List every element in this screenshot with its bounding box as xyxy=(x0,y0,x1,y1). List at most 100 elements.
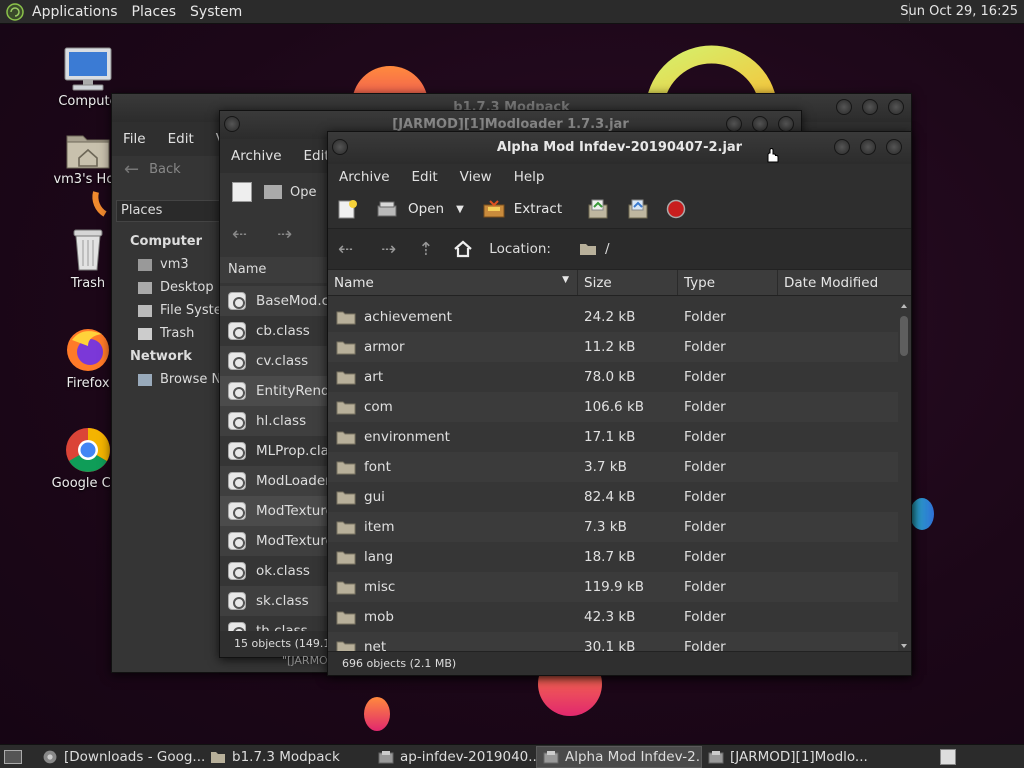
home-icon[interactable] xyxy=(453,239,473,259)
add-files-icon[interactable] xyxy=(586,197,610,221)
sidebar-item-trash[interactable]: Trash xyxy=(138,326,194,341)
table-row[interactable]: item 7.3 kB Folder xyxy=(328,512,898,542)
table-row[interactable]: gui 82.4 kB Folder xyxy=(328,482,898,512)
back-button[interactable]: Back xyxy=(149,162,181,177)
menu-archive[interactable]: Archive xyxy=(231,148,282,164)
open-icon[interactable] xyxy=(376,200,398,218)
show-desktop-icon[interactable] xyxy=(4,749,22,764)
vertical-scrollbar[interactable] xyxy=(899,302,909,652)
table-row[interactable]: lang 18.7 kB Folder xyxy=(328,542,898,572)
close-button[interactable] xyxy=(888,99,904,115)
menu-edit[interactable]: Edit xyxy=(412,169,438,185)
table-row[interactable]: achievement 24.2 kB Folder xyxy=(328,302,898,332)
folder-icon xyxy=(336,341,356,354)
close-button[interactable] xyxy=(886,139,902,155)
column-header-name[interactable]: Name ▼ xyxy=(328,270,578,295)
maximize-button[interactable] xyxy=(860,139,876,155)
window-alpha-mod-jar[interactable]: Alpha Mod Infdev-20190407-2.jar Archive … xyxy=(327,131,912,676)
menu-edit[interactable]: Edit xyxy=(304,148,330,164)
list-item[interactable]: ModLoader. xyxy=(220,466,334,496)
chrome-icon xyxy=(66,428,110,472)
applications-menu[interactable]: Applications xyxy=(32,4,118,20)
back-arrow-icon[interactable]: ← xyxy=(124,159,139,180)
back-arrow-icon[interactable]: ⇠ xyxy=(232,224,247,245)
list-item[interactable]: EntityRende xyxy=(220,376,338,406)
chrome-icon xyxy=(43,750,57,763)
task-alpha-mod[interactable]: Alpha Mod Infdev-2... xyxy=(536,745,702,768)
list-item[interactable]: cv.class xyxy=(220,346,330,376)
table-row[interactable]: armor 11.2 kB Folder xyxy=(328,332,898,362)
menu-file[interactable]: File xyxy=(123,131,146,147)
workspace-switcher-icon[interactable] xyxy=(940,749,956,765)
new-archive-icon[interactable] xyxy=(336,198,358,220)
list-item[interactable]: BaseMod.cla xyxy=(220,286,341,316)
task-modpack[interactable]: b1.7.3 Modpack xyxy=(204,746,372,768)
firefox-icon xyxy=(67,329,109,371)
maximize-button[interactable] xyxy=(862,99,878,115)
location-path[interactable]: / xyxy=(605,241,610,257)
menu-help[interactable]: Help xyxy=(514,169,545,185)
places-selector[interactable]: Places xyxy=(116,200,224,222)
extract-button[interactable]: Extract xyxy=(514,201,562,217)
maximize-button[interactable] xyxy=(752,116,768,132)
list-item[interactable]: cb.class xyxy=(220,316,330,346)
column-header-size[interactable]: Size xyxy=(578,270,678,295)
class-file-icon xyxy=(228,562,246,580)
task-downloads-chrome[interactable]: [Downloads - Goog... xyxy=(36,746,204,768)
open-icon[interactable] xyxy=(264,185,282,199)
task-ap-infdev[interactable]: ap-infdev-2019040... xyxy=(372,746,536,768)
table-row[interactable]: font 3.7 kB Folder xyxy=(328,452,898,482)
task-jarmod-modloader[interactable]: [JARMOD][1]Modlo... xyxy=(702,746,868,768)
table-row[interactable]: environment 17.1 kB Folder xyxy=(328,422,898,452)
close-button[interactable] xyxy=(778,116,794,132)
window-menu-button[interactable] xyxy=(224,116,240,132)
row-type: Folder xyxy=(684,459,726,475)
system-menu[interactable]: System xyxy=(190,4,242,20)
table-row[interactable]: misc 119.9 kB Folder xyxy=(328,572,898,602)
table-row[interactable]: net 30.1 kB Folder xyxy=(328,632,898,652)
minimize-button[interactable] xyxy=(834,139,850,155)
new-archive-icon[interactable] xyxy=(232,182,252,202)
menu-view[interactable]: View xyxy=(460,169,492,185)
sidebar-item-browse-network[interactable]: Browse N xyxy=(138,372,221,387)
row-size: 11.2 kB xyxy=(584,339,636,355)
up-arrow-icon[interactable]: ⇡ xyxy=(418,239,433,260)
stop-icon[interactable] xyxy=(666,199,686,219)
table-row[interactable]: com 106.6 kB Folder xyxy=(328,392,898,422)
folder-icon xyxy=(336,611,356,624)
scrollbar-track[interactable] xyxy=(899,302,909,652)
extract-icon[interactable] xyxy=(482,199,506,219)
open-button[interactable]: Ope xyxy=(290,185,316,200)
forward-arrow-icon[interactable]: ⇢ xyxy=(381,239,396,260)
table-row[interactable]: art 78.0 kB Folder xyxy=(328,362,898,392)
menu-edit[interactable]: Edit xyxy=(168,131,194,147)
open-button[interactable]: Open xyxy=(408,201,444,217)
list-item[interactable]: ModTexture xyxy=(220,496,334,526)
sidebar-item-filesystem[interactable]: File Syster xyxy=(138,303,227,318)
menu-archive[interactable]: Archive xyxy=(339,169,390,185)
add-folder-icon[interactable] xyxy=(626,197,650,221)
row-size: 106.6 kB xyxy=(584,399,645,415)
location-label: Location: xyxy=(489,241,551,257)
chevron-down-icon[interactable]: ▼ xyxy=(456,204,464,215)
list-item[interactable]: sk.class xyxy=(220,586,330,616)
clock[interactable]: Sun Oct 29, 16:25 xyxy=(900,4,1018,19)
list-item[interactable]: ok.class xyxy=(220,556,330,586)
row-size: 42.3 kB xyxy=(584,609,636,625)
back-arrow-icon[interactable]: ⇠ xyxy=(338,239,353,260)
table-row[interactable]: mob 42.3 kB Folder xyxy=(328,602,898,632)
titlebar[interactable]: Alpha Mod Infdev-20190407-2.jar xyxy=(328,132,911,164)
distro-logo-icon[interactable] xyxy=(6,2,24,21)
list-item[interactable]: MLProp.clas xyxy=(220,436,336,466)
list-item[interactable]: hl.class xyxy=(220,406,330,436)
list-item[interactable]: ModTexture xyxy=(220,526,334,556)
column-header-date[interactable]: Date Modified xyxy=(778,270,898,295)
sidebar-item-vm3[interactable]: vm3 xyxy=(138,257,189,272)
minimize-button[interactable] xyxy=(836,99,852,115)
column-header-type[interactable]: Type xyxy=(678,270,778,295)
sidebar-item-desktop[interactable]: Desktop xyxy=(138,280,214,295)
minimize-button[interactable] xyxy=(726,116,742,132)
forward-arrow-icon[interactable]: ⇢ xyxy=(277,224,292,245)
column-header-name[interactable]: Name xyxy=(220,257,330,283)
places-menu[interactable]: Places xyxy=(132,4,177,20)
